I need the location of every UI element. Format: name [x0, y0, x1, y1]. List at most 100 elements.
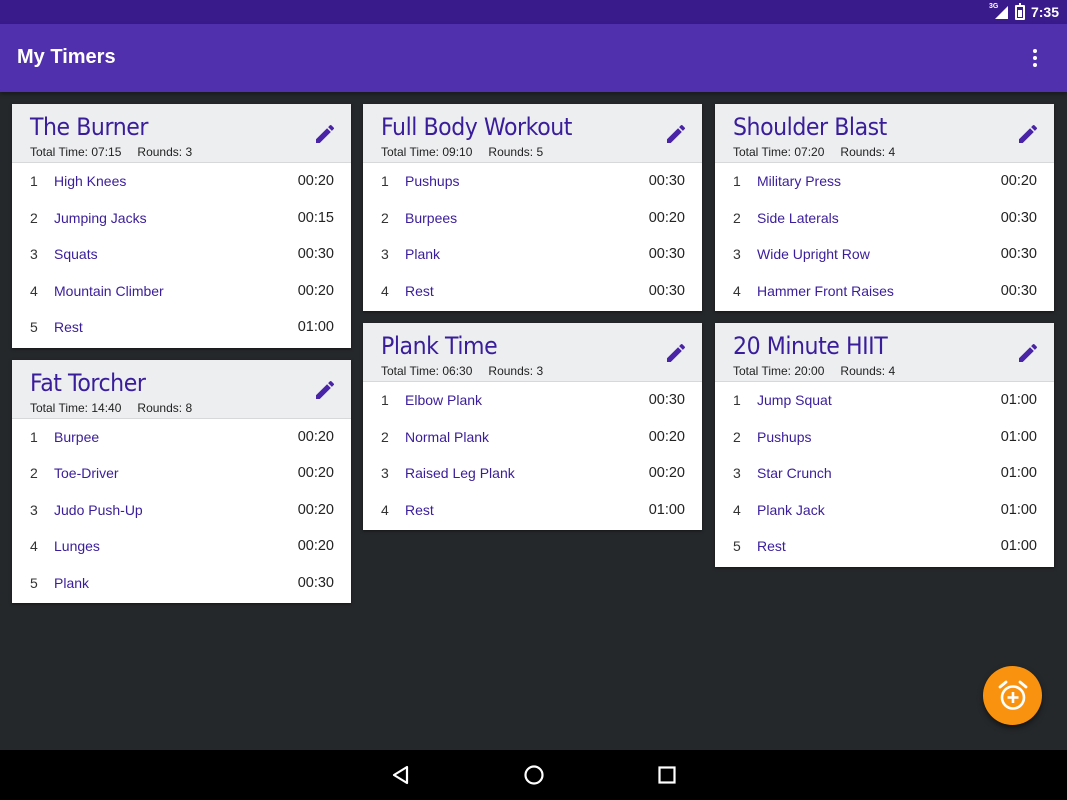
exercise-row[interactable]: 4 Lunges 00:20 [12, 528, 351, 565]
exercise-row[interactable]: 4 Rest 00:30 [363, 273, 702, 310]
exercise-name: Plank Jack [757, 501, 825, 518]
rounds-value: 8 [185, 400, 193, 415]
exercise-number: 4 [381, 501, 389, 518]
exercise-name: Pushups [757, 428, 812, 445]
rounds-label: Rounds: [488, 145, 534, 159]
exercise-duration: 00:30 [648, 392, 685, 409]
exercise-duration: 00:15 [297, 209, 334, 226]
exercise-row[interactable]: 3 Raised Leg Plank 00:20 [363, 455, 702, 492]
pencil-icon[interactable] [1016, 122, 1040, 146]
exercise-row[interactable]: 2 Normal Plank 00:20 [363, 419, 702, 456]
exercise-name: Mountain Climber [54, 282, 164, 299]
exercise-name: Star Crunch [757, 465, 832, 482]
total-time-label: Total Time: [30, 145, 89, 159]
exercise-name: Side Laterals [757, 209, 839, 226]
timer-card[interactable]: 20 Minute HIIT Total Time: 20:00 Rounds: 4… [715, 323, 1054, 567]
rounds-value: 3 [536, 364, 544, 378]
exercise-duration: 01:00 [1000, 392, 1037, 409]
exercise-name: Rest [54, 319, 83, 336]
exercise-row[interactable]: 5 Rest 01:00 [715, 528, 1054, 565]
exercise-row[interactable]: 1 Jump Squat 01:00 [715, 382, 1054, 419]
exercise-name: Plank [405, 246, 441, 263]
exercise-name: Jumping Jacks [54, 209, 147, 226]
exercise-name: Pushups [405, 173, 460, 190]
exercise-duration: 00:20 [297, 538, 334, 555]
rounds-value: 4 [888, 364, 896, 378]
card-header: Shoulder Blast Total Time: 07:20 Rounds: 4 [715, 104, 1054, 163]
exercise-name: Burpees [405, 209, 458, 226]
exercise-number: 3 [733, 246, 741, 263]
exercise-list: 1 Elbow Plank 00:30 2 Normal Plank 00:20 3 Rais… [363, 382, 702, 530]
timer-card[interactable]: Plank Time Total Time: 06:30 Rounds: 3 1 Elb… [363, 323, 702, 530]
pencil-icon[interactable] [664, 122, 688, 146]
timer-title: Plank Time [381, 332, 498, 360]
exercise-duration: 00:30 [297, 246, 334, 263]
exercise-number: 3 [30, 501, 38, 518]
exercise-row[interactable]: 1 High Knees 00:20 [12, 163, 351, 200]
exercise-duration: 00:30 [1000, 209, 1037, 226]
exercise-row[interactable]: 4 Hammer Front Raises 00:30 [715, 273, 1054, 310]
exercise-row[interactable]: 1 Pushups 00:30 [363, 163, 702, 200]
exercise-duration: 00:30 [1000, 282, 1037, 299]
exercise-duration: 00:20 [648, 465, 685, 482]
exercise-row[interactable]: 3 Judo Push-Up 00:20 [12, 492, 351, 529]
exercise-row[interactable]: 2 Pushups 01:00 [715, 419, 1054, 456]
more-vert-icon[interactable] [1023, 46, 1047, 70]
exercise-row[interactable]: 4 Rest 01:00 [363, 492, 702, 529]
exercise-row[interactable]: 3 Wide Upright Row 00:30 [715, 236, 1054, 273]
pencil-icon[interactable] [313, 122, 337, 146]
exercise-row[interactable]: 1 Elbow Plank 00:30 [363, 382, 702, 419]
exercise-duration: 00:20 [297, 428, 334, 445]
pencil-icon[interactable] [1016, 341, 1040, 365]
timer-meta: Total Time: 06:30 Rounds: 3 [381, 364, 543, 378]
exercise-row[interactable]: 2 Toe-Driver 00:20 [12, 455, 351, 492]
exercise-row[interactable]: 4 Mountain Climber 00:20 [12, 273, 351, 310]
exercise-row[interactable]: 2 Burpees 00:20 [363, 200, 702, 237]
card-header: Full Body Workout Total Time: 09:10 Rounds… [363, 104, 702, 163]
exercise-row[interactable]: 2 Side Laterals 00:30 [715, 200, 1054, 237]
exercise-name: Military Press [757, 173, 842, 190]
exercise-row[interactable]: 1 Burpee 00:20 [12, 419, 351, 456]
exercise-row[interactable]: 3 Plank 00:30 [363, 236, 702, 273]
exercise-number: 1 [30, 173, 38, 190]
exercise-duration: 00:20 [297, 282, 334, 299]
exercise-row[interactable]: 1 Military Press 00:20 [715, 163, 1054, 200]
timer-card[interactable]: The Burner Total Time: 07:15 Rounds: 3 1 Hig… [12, 104, 351, 348]
timer-title: 20 Minute HIIT [733, 332, 888, 360]
exercise-row[interactable]: 4 Plank Jack 01:00 [715, 492, 1054, 529]
exercise-number: 5 [30, 574, 38, 591]
exercise-name: Burpee [54, 428, 100, 445]
add-timer-button[interactable] [983, 666, 1042, 725]
exercise-number: 2 [381, 209, 389, 226]
timer-card[interactable]: Shoulder Blast Total Time: 07:20 Rounds: 4… [715, 104, 1054, 311]
timer-title: Shoulder Blast [733, 113, 887, 141]
exercise-duration: 00:20 [648, 428, 685, 445]
exercise-row[interactable]: 5 Plank 00:30 [12, 565, 351, 602]
exercise-row[interactable]: 5 Rest 01:00 [12, 309, 351, 346]
pencil-icon[interactable] [664, 341, 688, 365]
exercise-list: 1 High Knees 00:20 2 Jumping Jacks 00:15 3 Squa… [12, 163, 351, 348]
exercise-row[interactable]: 3 Star Crunch 01:00 [715, 455, 1054, 492]
exercise-number: 4 [381, 282, 389, 299]
pencil-icon[interactable] [313, 378, 337, 402]
recents-square-icon[interactable] [655, 763, 679, 787]
card-header: The Burner Total Time: 07:15 Rounds: 3 [12, 104, 351, 163]
exercise-duration: 01:00 [297, 319, 334, 336]
back-triangle-icon[interactable] [389, 763, 413, 787]
timer-title: Fat Torcher [30, 368, 146, 397]
timer-card[interactable]: Full Body Workout Total Time: 09:10 Rounds… [363, 104, 702, 311]
exercise-row[interactable]: 2 Jumping Jacks 00:15 [12, 200, 351, 237]
exercise-duration: 01:00 [1000, 538, 1037, 555]
network-type: 3G [988, 3, 999, 10]
timer-card[interactable]: Fat Torcher Total Time: 14:40 Rounds: 8 1 Bu… [12, 359, 351, 603]
exercise-duration: 00:20 [1000, 173, 1037, 190]
exercise-list: 1 Military Press 00:20 2 Side Laterals 00:30 3… [715, 163, 1054, 311]
exercise-number: 4 [733, 501, 741, 518]
home-circle-icon[interactable] [522, 763, 546, 787]
exercise-number: 5 [733, 538, 741, 555]
exercise-number: 4 [30, 282, 38, 299]
exercise-row[interactable]: 3 Squats 00:30 [12, 236, 351, 273]
total-time-value: 14:40 [91, 400, 122, 415]
exercise-name: Rest [405, 501, 434, 518]
exercise-duration: 01:00 [1000, 465, 1037, 482]
